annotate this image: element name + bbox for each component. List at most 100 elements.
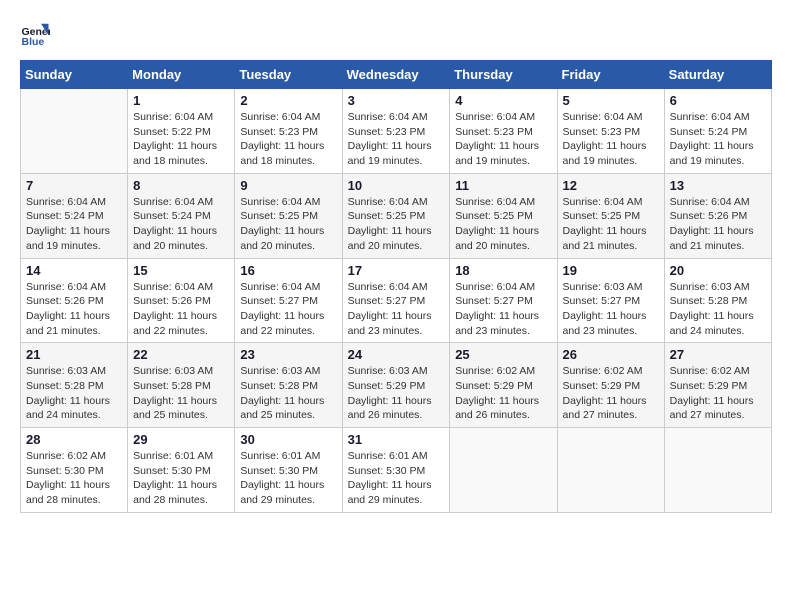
day-info: Sunrise: 6:04 AMSunset: 5:23 PMDaylight:… <box>455 110 551 169</box>
calendar-body: 1Sunrise: 6:04 AMSunset: 5:22 PMDaylight… <box>21 89 772 513</box>
calendar-cell: 4 Sunrise: 6:04 AMSunset: 5:23 PMDaylight… <box>450 89 557 174</box>
day-info: Sunrise: 6:03 AMSunset: 5:28 PMDaylight:… <box>133 364 229 423</box>
day-info: Sunrise: 6:04 AMSunset: 5:24 PMDaylight:… <box>133 195 229 254</box>
day-info: Sunrise: 6:04 AMSunset: 5:23 PMDaylight:… <box>563 110 659 169</box>
day-number: 12 <box>563 178 659 193</box>
day-number: 23 <box>240 347 336 362</box>
day-header-sunday: Sunday <box>21 61 128 89</box>
svg-text:Blue: Blue <box>22 36 45 48</box>
day-info: Sunrise: 6:03 AMSunset: 5:28 PMDaylight:… <box>670 280 766 339</box>
day-info: Sunrise: 6:04 AMSunset: 5:27 PMDaylight:… <box>455 280 551 339</box>
day-number: 6 <box>670 93 766 108</box>
logo: General Blue <box>20 20 54 50</box>
day-info: Sunrise: 6:04 AMSunset: 5:26 PMDaylight:… <box>133 280 229 339</box>
day-number: 9 <box>240 178 336 193</box>
calendar-cell: 10Sunrise: 6:04 AMSunset: 5:25 PMDayligh… <box>342 173 450 258</box>
day-number: 4 <box>455 93 551 108</box>
calendar-cell: 24Sunrise: 6:03 AMSunset: 5:29 PMDayligh… <box>342 343 450 428</box>
day-header-thursday: Thursday <box>450 61 557 89</box>
day-number: 30 <box>240 432 336 447</box>
day-info: Sunrise: 6:04 AMSunset: 5:27 PMDaylight:… <box>240 280 336 339</box>
calendar-cell: 28 Sunrise: 6:02 AMSunset: 5:30 PMDayligh… <box>21 428 128 513</box>
calendar-cell: 26 Sunrise: 6:02 AMSunset: 5:29 PMDayligh… <box>557 343 664 428</box>
calendar-cell: 11 Sunrise: 6:04 AMSunset: 5:25 PMDayligh… <box>450 173 557 258</box>
calendar-cell: 25 Sunrise: 6:02 AMSunset: 5:29 PMDayligh… <box>450 343 557 428</box>
day-number: 29 <box>133 432 229 447</box>
calendar-cell: 8 Sunrise: 6:04 AMSunset: 5:24 PMDaylight… <box>128 173 235 258</box>
day-number: 18 <box>455 263 551 278</box>
calendar-week-4: 21 Sunrise: 6:03 AMSunset: 5:28 PMDayligh… <box>21 343 772 428</box>
day-header-friday: Friday <box>557 61 664 89</box>
logo-icon: General Blue <box>20 20 50 50</box>
calendar-cell: 23 Sunrise: 6:03 AMSunset: 5:28 PMDayligh… <box>235 343 342 428</box>
calendar-cell: 14 Sunrise: 6:04 AMSunset: 5:26 PMDayligh… <box>21 258 128 343</box>
day-header-wednesday: Wednesday <box>342 61 450 89</box>
day-number: 2 <box>240 93 336 108</box>
calendar-cell: 12 Sunrise: 6:04 AMSunset: 5:25 PMDayligh… <box>557 173 664 258</box>
day-info: Sunrise: 6:02 AMSunset: 5:29 PMDaylight:… <box>563 364 659 423</box>
day-number: 22 <box>133 347 229 362</box>
day-info: Sunrise: 6:04 AMSunset: 5:24 PMDaylight:… <box>26 195 122 254</box>
calendar-cell <box>557 428 664 513</box>
day-info: Sunrise: 6:02 AMSunset: 5:30 PMDaylight:… <box>26 449 122 508</box>
calendar-cell: 30 Sunrise: 6:01 AMSunset: 5:30 PMDayligh… <box>235 428 342 513</box>
calendar-week-2: 7 Sunrise: 6:04 AMSunset: 5:24 PMDaylight… <box>21 173 772 258</box>
calendar-cell: 13Sunrise: 6:04 AMSunset: 5:26 PMDayligh… <box>664 173 771 258</box>
day-info: Sunrise: 6:04 AMSunset: 5:25 PMDaylight:… <box>455 195 551 254</box>
calendar-cell: 20Sunrise: 6:03 AMSunset: 5:28 PMDayligh… <box>664 258 771 343</box>
day-number: 8 <box>133 178 229 193</box>
calendar-header-row: SundayMondayTuesdayWednesdayThursdayFrid… <box>21 61 772 89</box>
day-info: Sunrise: 6:02 AMSunset: 5:29 PMDaylight:… <box>455 364 551 423</box>
calendar-cell <box>450 428 557 513</box>
day-number: 28 <box>26 432 122 447</box>
day-info: Sunrise: 6:03 AMSunset: 5:29 PMDaylight:… <box>348 364 445 423</box>
day-number: 14 <box>26 263 122 278</box>
day-number: 7 <box>26 178 122 193</box>
calendar-cell: 27 Sunrise: 6:02 AMSunset: 5:29 PMDayligh… <box>664 343 771 428</box>
calendar-cell: 21 Sunrise: 6:03 AMSunset: 5:28 PMDayligh… <box>21 343 128 428</box>
day-info: Sunrise: 6:04 AMSunset: 5:26 PMDaylight:… <box>670 195 766 254</box>
day-info: Sunrise: 6:01 AMSunset: 5:30 PMDaylight:… <box>133 449 229 508</box>
calendar-cell: 29 Sunrise: 6:01 AMSunset: 5:30 PMDayligh… <box>128 428 235 513</box>
day-number: 19 <box>563 263 659 278</box>
calendar-cell: 19 Sunrise: 6:03 AMSunset: 5:27 PMDayligh… <box>557 258 664 343</box>
calendar-cell: 5Sunrise: 6:04 AMSunset: 5:23 PMDaylight… <box>557 89 664 174</box>
day-number: 11 <box>455 178 551 193</box>
calendar-cell: 15 Sunrise: 6:04 AMSunset: 5:26 PMDayligh… <box>128 258 235 343</box>
day-number: 26 <box>563 347 659 362</box>
calendar-cell <box>21 89 128 174</box>
day-info: Sunrise: 6:04 AMSunset: 5:25 PMDaylight:… <box>348 195 445 254</box>
day-number: 3 <box>348 93 445 108</box>
day-number: 1 <box>133 93 229 108</box>
day-number: 27 <box>670 347 766 362</box>
day-info: Sunrise: 6:04 AMSunset: 5:26 PMDaylight:… <box>26 280 122 339</box>
calendar-cell: 18 Sunrise: 6:04 AMSunset: 5:27 PMDayligh… <box>450 258 557 343</box>
day-info: Sunrise: 6:04 AMSunset: 5:23 PMDaylight:… <box>240 110 336 169</box>
day-info: Sunrise: 6:01 AMSunset: 5:30 PMDaylight:… <box>348 449 445 508</box>
calendar-cell: 3Sunrise: 6:04 AMSunset: 5:23 PMDaylight… <box>342 89 450 174</box>
day-number: 25 <box>455 347 551 362</box>
day-info: Sunrise: 6:02 AMSunset: 5:29 PMDaylight:… <box>670 364 766 423</box>
day-info: Sunrise: 6:03 AMSunset: 5:27 PMDaylight:… <box>563 280 659 339</box>
day-info: Sunrise: 6:01 AMSunset: 5:30 PMDaylight:… <box>240 449 336 508</box>
day-info: Sunrise: 6:04 AMSunset: 5:25 PMDaylight:… <box>240 195 336 254</box>
day-number: 15 <box>133 263 229 278</box>
day-info: Sunrise: 6:04 AMSunset: 5:25 PMDaylight:… <box>563 195 659 254</box>
day-header-tuesday: Tuesday <box>235 61 342 89</box>
day-number: 17 <box>348 263 445 278</box>
day-number: 21 <box>26 347 122 362</box>
calendar-table: SundayMondayTuesdayWednesdayThursdayFrid… <box>20 60 772 513</box>
page-header: General Blue <box>20 20 772 50</box>
calendar-cell: 6Sunrise: 6:04 AMSunset: 5:24 PMDaylight… <box>664 89 771 174</box>
day-header-monday: Monday <box>128 61 235 89</box>
calendar-week-3: 14 Sunrise: 6:04 AMSunset: 5:26 PMDayligh… <box>21 258 772 343</box>
calendar-cell: 9 Sunrise: 6:04 AMSunset: 5:25 PMDaylight… <box>235 173 342 258</box>
day-info: Sunrise: 6:03 AMSunset: 5:28 PMDaylight:… <box>26 364 122 423</box>
calendar-cell: 22 Sunrise: 6:03 AMSunset: 5:28 PMDayligh… <box>128 343 235 428</box>
calendar-cell: 31Sunrise: 6:01 AMSunset: 5:30 PMDayligh… <box>342 428 450 513</box>
calendar-week-1: 1Sunrise: 6:04 AMSunset: 5:22 PMDaylight… <box>21 89 772 174</box>
calendar-cell <box>664 428 771 513</box>
day-header-saturday: Saturday <box>664 61 771 89</box>
day-info: Sunrise: 6:03 AMSunset: 5:28 PMDaylight:… <box>240 364 336 423</box>
day-info: Sunrise: 6:04 AMSunset: 5:27 PMDaylight:… <box>348 280 445 339</box>
